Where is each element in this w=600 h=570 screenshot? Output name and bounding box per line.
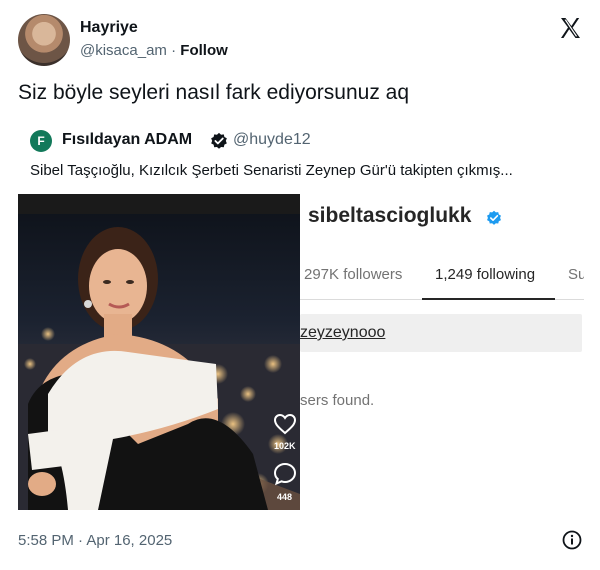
comment-bubble-icon[interactable] [273, 462, 297, 486]
tweet-text: Siz böyle seyleri nasıl fark ediyorsunuz… [18, 81, 410, 104]
ig-search-field: zeyzeynooo [300, 314, 582, 352]
follow-button[interactable]: Follow [180, 42, 228, 59]
quoted-tweet-media[interactable]: 102K 448 sibeltascioglukk 297K followers… [18, 194, 584, 510]
quoted-tweet-text: Sibel Taşçıoğlu, Kızılcık Şerbeti Senari… [30, 162, 513, 179]
author-name[interactable]: Hayriye [80, 19, 138, 37]
ig-tabs: 297K followers 1,249 following Su [300, 254, 584, 300]
quoted-author-name[interactable]: Fısıldayan ADAM [62, 131, 192, 149]
tweet-footer: 5:58 PM · Apr 16, 2025 [18, 530, 584, 552]
author-avatar[interactable] [18, 14, 70, 66]
timestamp[interactable]: 5:58 PM · Apr 16, 2025 [18, 532, 172, 549]
quoted-tweet[interactable]: F Fısıldayan ADAM @huyde12 Sibel Taşçıoğ… [18, 122, 584, 512]
like-heart-icon[interactable] [273, 412, 297, 436]
tweet-header: Hayriye @kisaca_am · Follow [18, 14, 584, 66]
quoted-author-handle[interactable]: @huyde12 [233, 131, 311, 149]
ig-username: sibeltascioglukk [308, 204, 472, 227]
woman-photo[interactable]: 102K 448 [18, 194, 300, 510]
ig-tab-following: 1,249 following [435, 266, 536, 283]
ig-tab-followers: 297K followers [304, 266, 403, 283]
ig-search-query: zeyzeynooo [300, 324, 386, 341]
verified-badge-icon [211, 132, 227, 149]
photo-illustration [18, 194, 300, 510]
ig-tab-more: Su [568, 266, 584, 283]
quoted-author-avatar[interactable]: F [30, 130, 52, 152]
separator-dot: · [171, 42, 177, 59]
ig-active-tab-underline [422, 298, 555, 300]
author-handle[interactable]: @kisaca_am [80, 42, 167, 59]
comment-count: 448 [277, 492, 293, 502]
ig-empty-state: sers found. [300, 392, 375, 409]
ig-verified-badge-icon [487, 210, 501, 225]
x-logo-icon[interactable] [558, 16, 582, 40]
like-count: 102K [274, 441, 296, 451]
instagram-screenshot: sibeltascioglukk 297K followers 1,249 fo… [300, 194, 584, 510]
info-icon[interactable] [562, 530, 582, 550]
author-handle-row: @kisaca_am · Follow [80, 42, 228, 59]
